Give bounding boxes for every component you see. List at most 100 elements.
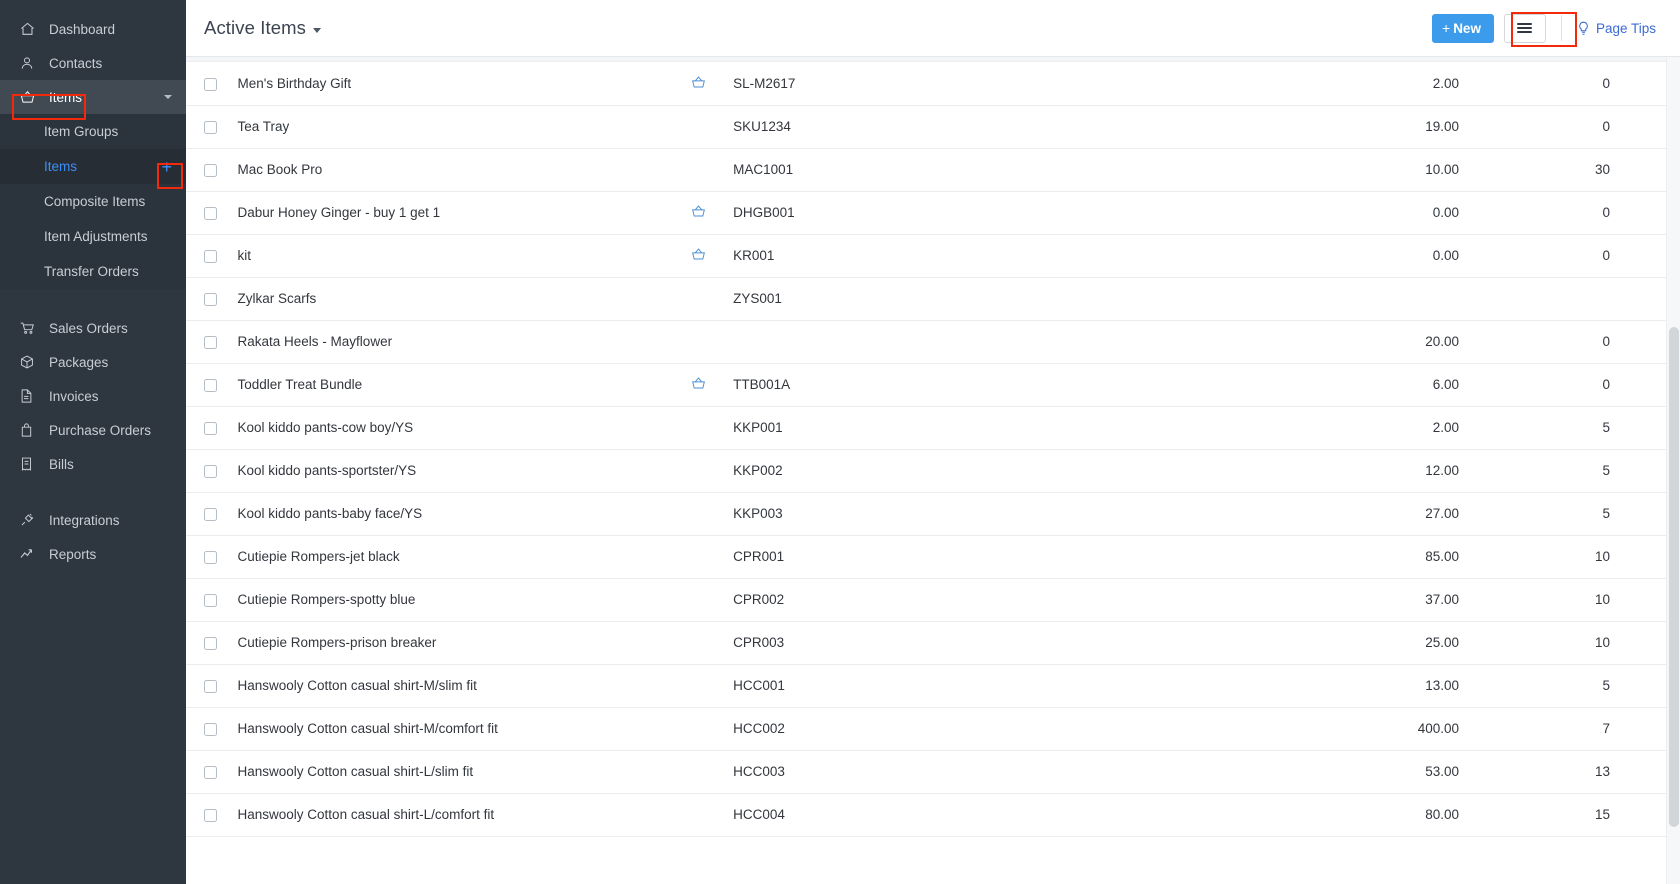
item-name-cell[interactable]: Zylkar Scarfs <box>233 277 678 321</box>
sidebar-item-sales-orders[interactable]: Sales Orders <box>0 311 186 345</box>
table-row[interactable]: Kool kiddo pants-cow boy/YS KKP001 2.00 5 <box>186 406 1680 450</box>
vertical-scrollbar[interactable] <box>1666 57 1680 884</box>
sidebar-item-item-adjustments[interactable]: Item Adjustments <box>0 219 186 254</box>
item-name-cell[interactable]: Hanswooly Cotton casual shirt-L/slim fit <box>233 750 678 794</box>
table-row[interactable]: Cutiepie Rompers-spotty blue CPR002 37.00 1… <box>186 578 1680 622</box>
sidebar-item-reports[interactable]: Reports <box>0 537 186 571</box>
item-name-cell[interactable]: Toddler Treat Bundle <box>233 363 678 407</box>
table-row[interactable]: Tea Tray SKU1234 19.00 0 <box>186 105 1680 149</box>
item-name-cell[interactable]: Kool kiddo pants-baby face/YS <box>233 492 678 536</box>
table-row[interactable]: Kool kiddo pants-baby face/YS KKP003 27.00… <box>186 492 1680 536</box>
row-checkbox-cell <box>186 105 234 149</box>
item-name-cell[interactable]: kit <box>233 234 678 278</box>
row-checkbox[interactable] <box>204 593 217 607</box>
page-tips-button[interactable]: Page Tips <box>1577 21 1662 36</box>
bundle-icon-cell <box>677 363 720 407</box>
item-sku-cell: DHGB001 <box>719 191 1030 235</box>
row-checkbox[interactable] <box>204 249 217 263</box>
item-name-cell[interactable]: Dabur Honey Ginger - buy 1 get 1 <box>233 191 678 235</box>
table-row[interactable]: Dabur Honey Ginger - buy 1 get 1 DHGB001 0… <box>186 191 1680 235</box>
item-name-cell[interactable]: Rakata Heels - Mayflower <box>233 320 678 364</box>
plus-icon: + <box>1442 20 1451 36</box>
items-table-body: Men's Birthday Gift SL-M2617 2.00 0 Tea Tray… <box>186 62 1680 837</box>
row-checkbox[interactable] <box>204 550 217 564</box>
row-checkbox[interactable] <box>204 421 217 435</box>
row-checkbox[interactable] <box>204 163 217 177</box>
sidebar-item-bills[interactable]: Bills <box>0 447 186 481</box>
table-row[interactable]: Rakata Heels - Mayflower 20.00 0 <box>186 320 1680 364</box>
table-row[interactable]: Men's Birthday Gift SL-M2617 2.00 0 <box>186 62 1680 106</box>
items-table: Men's Birthday Gift SL-M2617 2.00 0 Tea Tray… <box>186 62 1680 837</box>
sidebar-item-packages[interactable]: Packages <box>0 345 186 379</box>
item-name-cell[interactable]: Cutiepie Rompers-jet black <box>233 535 678 579</box>
new-button[interactable]: + New <box>1432 13 1494 43</box>
item-name-cell[interactable]: Hanswooly Cotton casual shirt-M/slim fit <box>233 664 678 708</box>
page-title-dropdown[interactable]: Active Items <box>204 17 321 39</box>
item-name-cell[interactable]: Kool kiddo pants-cow boy/YS <box>233 406 678 450</box>
row-checkbox[interactable] <box>204 636 217 650</box>
row-checkbox[interactable] <box>204 679 217 693</box>
row-checkbox-cell <box>186 363 234 407</box>
bag-icon <box>20 422 40 438</box>
row-checkbox[interactable] <box>204 77 217 91</box>
table-row[interactable]: Hanswooly Cotton casual shirt-M/comfort … <box>186 707 1680 751</box>
item-sku-cell: HCC002 <box>719 707 1030 751</box>
row-checkbox-cell <box>186 578 234 622</box>
row-checkbox[interactable] <box>204 464 217 478</box>
sidebar-item-invoices[interactable]: Invoices <box>0 379 186 413</box>
table-row[interactable]: Hanswooly Cotton casual shirt-L/slim fit… <box>186 750 1680 794</box>
item-name-cell[interactable]: Cutiepie Rompers-spotty blue <box>233 578 678 622</box>
item-rate-cell: 400.00 <box>1029 707 1463 751</box>
page-tips-label: Page Tips <box>1595 20 1656 36</box>
item-name-cell[interactable]: Hanswooly Cotton casual shirt-M/comfort … <box>233 707 678 751</box>
row-checkbox[interactable] <box>204 722 217 736</box>
item-name-cell[interactable]: Hanswooly Cotton casual shirt-L/comfort … <box>233 793 678 837</box>
table-row[interactable]: Cutiepie Rompers-prison breaker CPR003 25.… <box>186 621 1680 665</box>
table-row[interactable]: Toddler Treat Bundle TTB001A 6.00 0 <box>186 363 1680 407</box>
sidebar-item-purchase-orders[interactable]: Purchase Orders <box>0 413 186 447</box>
add-item-plus-icon[interactable]: + <box>161 158 172 176</box>
item-stock-cell <box>1462 277 1680 321</box>
table-row[interactable]: Hanswooly Cotton casual shirt-L/comfort … <box>186 793 1680 837</box>
row-checkbox-cell <box>186 234 234 278</box>
table-row[interactable]: Mac Book Pro MAC1001 10.00 30 <box>186 148 1680 192</box>
row-checkbox-cell <box>186 277 234 321</box>
table-row[interactable]: Cutiepie Rompers-jet black CPR001 85.00 10 <box>186 535 1680 579</box>
row-checkbox[interactable] <box>204 808 217 822</box>
item-stock-cell: 0 <box>1462 320 1680 364</box>
list-view-menu-button[interactable] <box>1503 13 1546 43</box>
table-row[interactable]: kit KR001 0.00 0 <box>186 234 1680 278</box>
sidebar-item-dashboard[interactable]: Dashboard <box>0 12 186 46</box>
sidebar-item-contacts[interactable]: Contacts <box>0 46 186 80</box>
invoice-icon <box>20 388 40 404</box>
sidebar-item-items-sub[interactable]: Items + <box>0 149 186 184</box>
table-row[interactable]: Hanswooly Cotton casual shirt-M/slim fit… <box>186 664 1680 708</box>
item-sku-cell: KKP003 <box>719 492 1030 536</box>
item-rate-cell: 19.00 <box>1029 105 1463 149</box>
table-row[interactable]: Zylkar Scarfs ZYS001 <box>186 277 1680 321</box>
item-name-cell[interactable]: Cutiepie Rompers-prison breaker <box>233 621 678 665</box>
table-row[interactable]: Kool kiddo pants-sportster/YS KKP002 12.00… <box>186 449 1680 493</box>
sidebar-item-label: Invoices <box>49 388 99 404</box>
row-checkbox[interactable] <box>204 765 217 779</box>
row-checkbox[interactable] <box>204 507 217 521</box>
sidebar-subitem-label: Items <box>44 159 78 174</box>
row-checkbox[interactable] <box>204 335 217 349</box>
item-sku-cell: MAC1001 <box>719 148 1030 192</box>
items-table-container: Men's Birthday Gift SL-M2617 2.00 0 Tea Tray… <box>186 57 1680 884</box>
scrollbar-thumb[interactable] <box>1669 327 1679 827</box>
item-name-cell[interactable]: Mac Book Pro <box>233 148 678 192</box>
sidebar-item-items[interactable]: Items <box>0 80 186 114</box>
sidebar-item-composite-items[interactable]: Composite Items <box>0 184 186 219</box>
item-name-cell[interactable]: Tea Tray <box>233 105 678 149</box>
row-checkbox[interactable] <box>204 292 217 306</box>
row-checkbox[interactable] <box>204 206 217 220</box>
item-name-cell[interactable]: Men's Birthday Gift <box>233 62 678 106</box>
row-checkbox[interactable] <box>204 378 217 392</box>
item-name-cell[interactable]: Kool kiddo pants-sportster/YS <box>233 449 678 493</box>
sidebar-item-item-groups[interactable]: Item Groups <box>0 114 186 149</box>
sidebar-item-integrations[interactable]: Integrations <box>0 503 186 537</box>
sidebar-item-transfer-orders[interactable]: Transfer Orders <box>0 254 186 289</box>
lightbulb-icon <box>1577 21 1590 36</box>
row-checkbox[interactable] <box>204 120 217 134</box>
